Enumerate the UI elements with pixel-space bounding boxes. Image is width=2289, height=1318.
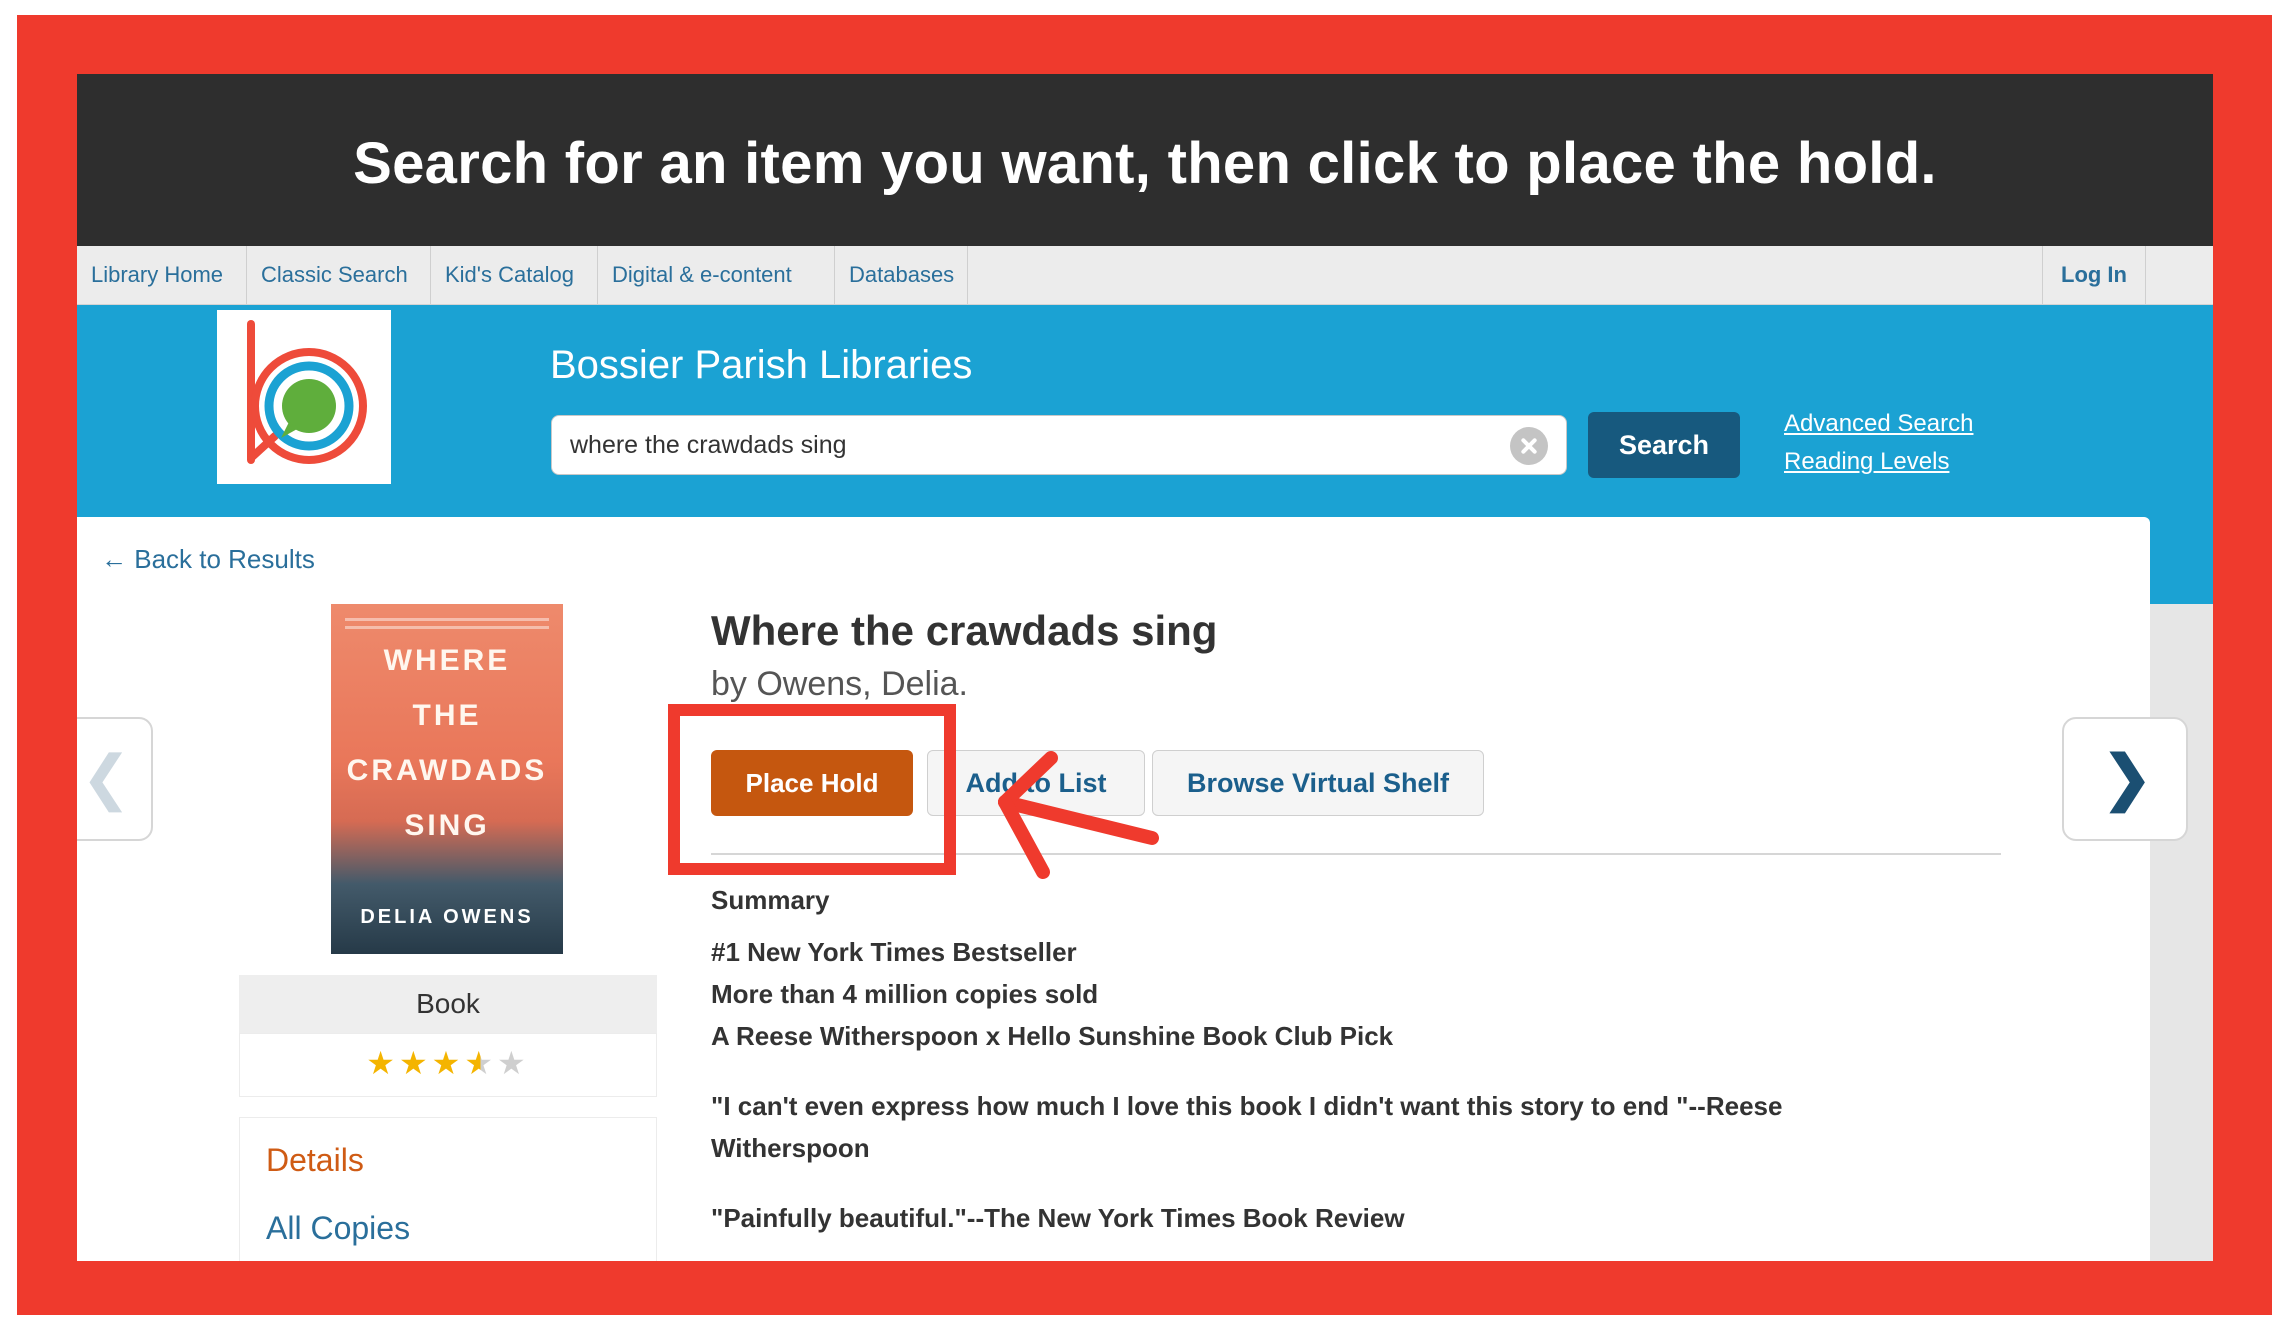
summary-heading: Summary xyxy=(711,885,830,915)
nav-classic-search[interactable]: Classic Search xyxy=(247,246,431,304)
chevron-right-icon: ❯ xyxy=(2102,744,2153,811)
browse-virtual-shelf-button[interactable]: Browse Virtual Shelf xyxy=(1152,750,1484,816)
annotation-arrow-icon xyxy=(998,751,1159,879)
format-box: Book xyxy=(239,975,657,1033)
rating-box[interactable]: ★★★★★ xyxy=(239,1033,657,1097)
banner-text: Search for an item you want, then click … xyxy=(353,131,1937,196)
highlight-box xyxy=(668,704,956,875)
empty-star-icon: ★ xyxy=(497,1045,530,1081)
cover-title-line: CRAWDADS xyxy=(346,754,548,787)
summary-line: More than 4 million copies sold xyxy=(711,979,1099,1009)
book-author[interactable]: by Owens, Delia. xyxy=(711,665,968,704)
site-title: Bossier Parish Libraries xyxy=(550,343,973,387)
book-cover[interactable]: WHERE THE CRAWDADS SING DELIA OWENS xyxy=(331,604,563,954)
top-nav: Library Home Classic Search Kid's Catalo… xyxy=(77,246,2213,305)
all-copies-link[interactable]: All Copies xyxy=(266,1210,410,1247)
summary-line: #1 New York Times Bestseller xyxy=(711,937,1077,967)
advanced-search-link[interactable]: Advanced Search xyxy=(1784,410,1973,438)
summary-line: Witherspoon xyxy=(711,1133,870,1163)
nav-databases[interactable]: Databases xyxy=(835,246,968,304)
clear-search-icon[interactable] xyxy=(1510,427,1548,465)
star-icon: ★ xyxy=(366,1045,399,1081)
star-rating: ★★★★★ xyxy=(240,1044,656,1082)
book-title: Where the crawdads sing xyxy=(711,607,1218,654)
record-panel: ← Back to Results ❮ ❯ WHERE THE CRAWDADS… xyxy=(77,517,2188,1261)
nav-kids-catalog[interactable]: Kid's Catalog xyxy=(431,246,598,304)
next-record-button[interactable]: ❯ xyxy=(2062,717,2188,841)
back-to-results-link[interactable]: ← Back to Results xyxy=(101,544,315,575)
library-logo[interactable] xyxy=(217,310,391,484)
login-link[interactable]: Log In xyxy=(2042,246,2146,304)
search-button[interactable]: Search xyxy=(1588,412,1740,478)
bossier-logo-icon xyxy=(247,320,367,464)
search-input-value: where the crawdads sing xyxy=(570,431,847,459)
summary-line: "Painfully beautiful."--The New York Tim… xyxy=(711,1203,1405,1233)
summary-line: "I can't even express how much I love th… xyxy=(711,1091,1783,1121)
format-label: Book xyxy=(416,988,480,1019)
details-link[interactable]: Details xyxy=(266,1142,364,1179)
star-icon: ★ xyxy=(398,1045,432,1081)
star-icon: ★ xyxy=(431,1045,465,1081)
cover-title-line: THE xyxy=(412,699,482,732)
search-input[interactable]: where the crawdads sing xyxy=(551,415,1567,475)
cover-title-line: WHERE xyxy=(383,644,511,677)
reading-levels-link[interactable]: Reading Levels xyxy=(1784,448,1949,476)
cover-title-line: SING xyxy=(404,809,490,842)
screenshot-frame: Search for an item you want, then click … xyxy=(77,74,2213,1261)
cover-blurb-line xyxy=(345,626,549,629)
page-background xyxy=(2150,604,2213,1261)
chevron-left-icon: ❮ xyxy=(81,744,132,811)
summary-line: A Reese Witherspoon x Hello Sunshine Boo… xyxy=(711,1021,1394,1051)
cover-author: DELIA OWENS xyxy=(360,906,534,928)
record-side-menu: Details All Copies xyxy=(239,1117,657,1261)
nav-digital-econtent[interactable]: Digital & e-content xyxy=(598,246,835,304)
half-star-icon: ★ xyxy=(464,1045,498,1081)
nav-library-home[interactable]: Library Home xyxy=(77,246,247,304)
previous-record-button[interactable]: ❮ xyxy=(77,717,153,841)
instruction-banner: Search for an item you want, then click … xyxy=(77,74,2213,246)
cover-blurb-line xyxy=(345,618,549,621)
